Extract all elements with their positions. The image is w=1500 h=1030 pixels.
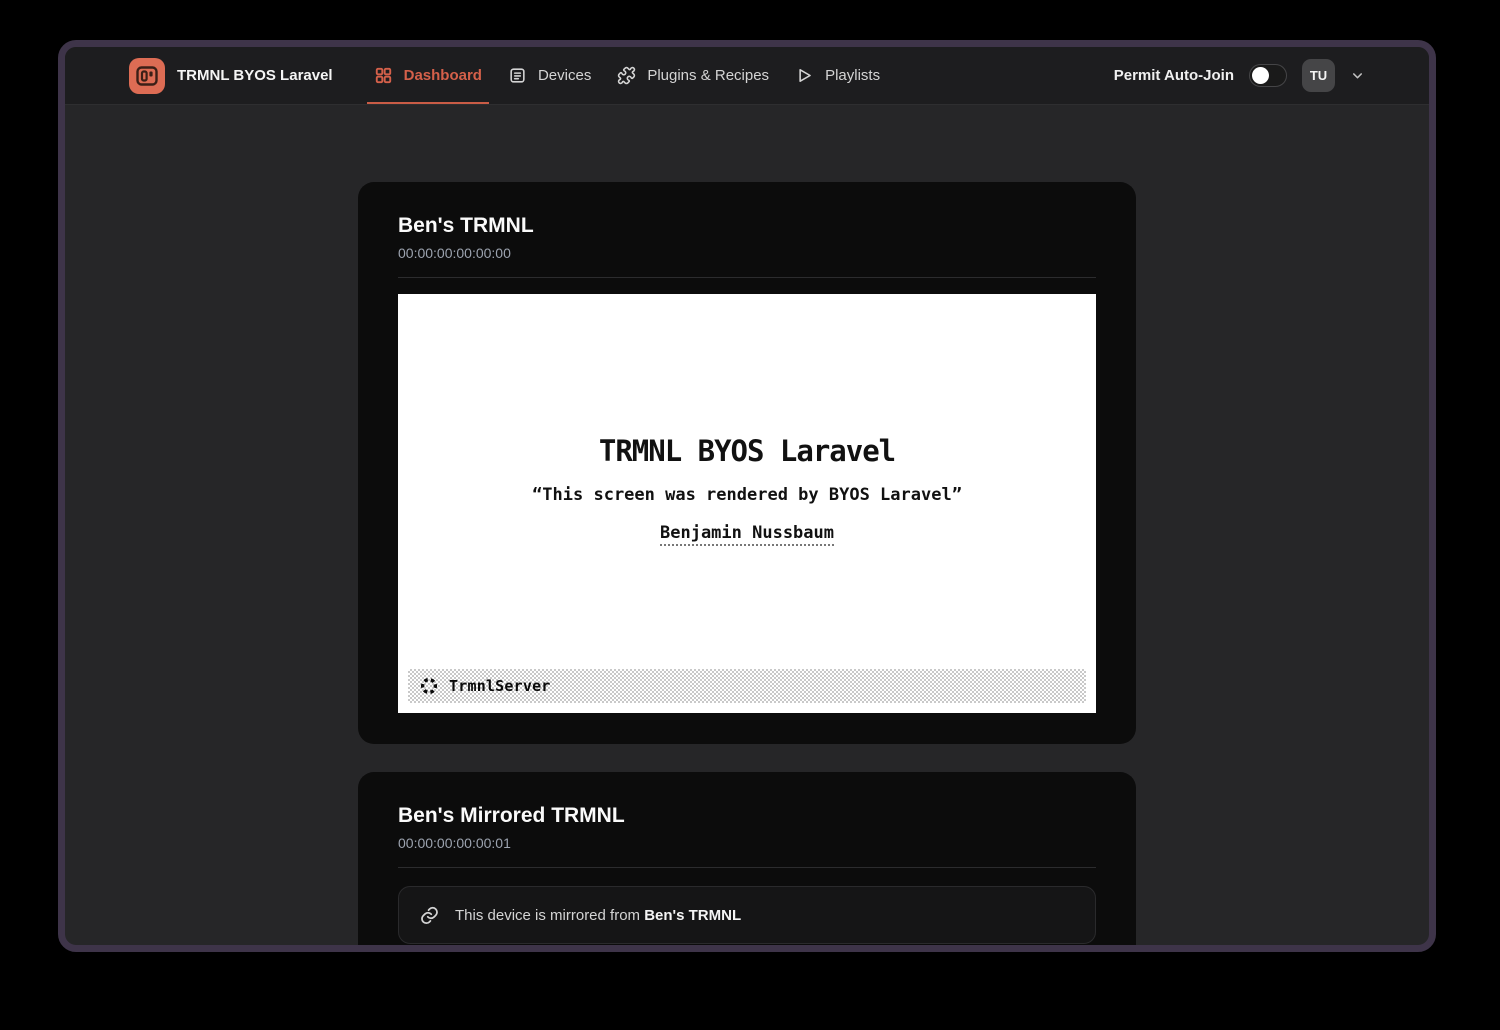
spinner-icon	[419, 676, 439, 696]
device-name: Ben's TRMNL	[398, 214, 1096, 238]
main-content: Ben's TRMNL 00:00:00:00:00:00 TRMNL BYOS…	[65, 105, 1429, 952]
mirror-notice: This device is mirrored from Ben's TRMNL	[398, 886, 1096, 944]
tab-label: Devices	[538, 67, 591, 84]
devices-icon	[508, 66, 527, 85]
device-name: Ben's Mirrored TRMNL	[398, 804, 1096, 828]
chevron-down-icon[interactable]	[1350, 68, 1365, 83]
brand-title: TRMNL BYOS Laravel	[177, 67, 333, 84]
device-card: Ben's Mirrored TRMNL 00:00:00:00:00:01 T…	[358, 772, 1136, 952]
tab-plugins-recipes[interactable]: Plugins & Recipes	[604, 47, 782, 104]
tab-label: Plugins & Recipes	[647, 67, 769, 84]
app-window: TRMNL BYOS Laravel Dashboard	[58, 40, 1436, 952]
mirror-source-name: Ben's TRMNL	[644, 907, 741, 924]
device-screen-preview: TRMNL BYOS Laravel “This screen was rend…	[398, 294, 1096, 713]
screen-title: TRMNL BYOS Laravel	[398, 294, 1096, 468]
tab-label: Playlists	[825, 67, 880, 84]
tab-devices[interactable]: Devices	[495, 47, 604, 104]
mirror-notice-text: This device is mirrored from Ben's TRMNL	[455, 907, 741, 924]
screen-author-link[interactable]: Benjamin Nussbaum	[660, 523, 834, 546]
status-label: TrmnlServer	[449, 677, 551, 695]
brand[interactable]: TRMNL BYOS Laravel	[129, 47, 333, 104]
nav-right: Permit Auto-Join TU	[1114, 47, 1365, 104]
device-mac-address: 00:00:00:00:00:01	[398, 835, 1096, 851]
trmnl-logo-icon	[129, 58, 165, 94]
play-icon	[795, 66, 814, 85]
top-nav: TRMNL BYOS Laravel Dashboard	[65, 47, 1429, 105]
user-avatar[interactable]: TU	[1302, 59, 1335, 92]
divider	[398, 277, 1096, 278]
grid-icon	[374, 66, 393, 85]
device-card: Ben's TRMNL 00:00:00:00:00:00 TRMNL BYOS…	[358, 182, 1136, 744]
puzzle-icon	[617, 66, 636, 85]
device-mac-address: 00:00:00:00:00:00	[398, 245, 1096, 261]
tab-label: Dashboard	[404, 67, 482, 84]
screen-quote: “This screen was rendered by BYOS Larave…	[398, 485, 1096, 505]
screen-author-row: Benjamin Nussbaum	[398, 523, 1096, 546]
tab-playlists[interactable]: Playlists	[782, 47, 893, 104]
permit-auto-join-toggle[interactable]	[1249, 64, 1287, 87]
toggle-knob	[1252, 67, 1269, 84]
permit-auto-join-label: Permit Auto-Join	[1114, 67, 1234, 84]
link-icon	[419, 905, 440, 926]
tab-dashboard[interactable]: Dashboard	[361, 47, 495, 104]
nav-tabs: Dashboard Devices Plugins & Recipes	[361, 47, 893, 104]
screen-status-bar: TrmnlServer	[408, 669, 1086, 703]
divider	[398, 867, 1096, 868]
